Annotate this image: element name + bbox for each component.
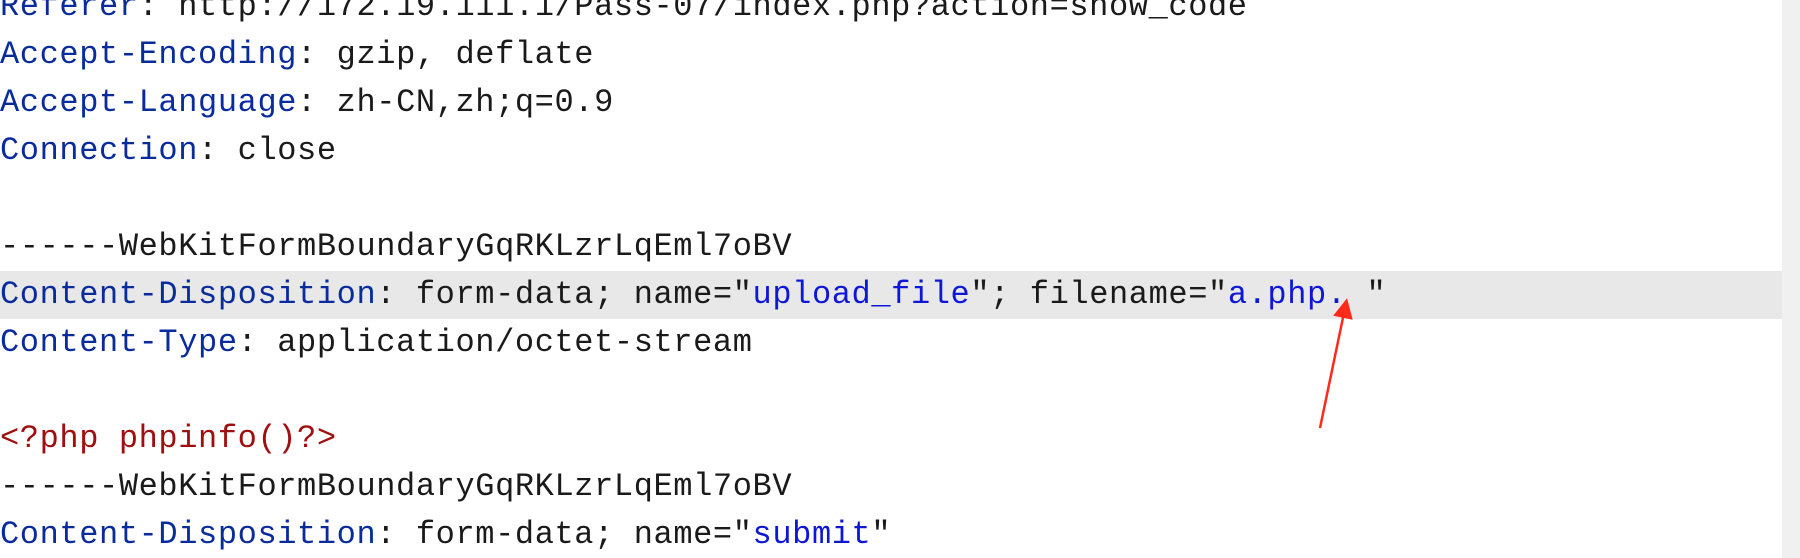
header-line-referer: Referer: http://172.19.111.1/Pass-07/ind… bbox=[0, 0, 1782, 31]
boundary-line: ------WebKitFormBoundaryGqRKLzrLqEml7oBV bbox=[0, 468, 793, 505]
boundary-line: ------WebKitFormBoundaryGqRKLzrLqEml7oBV bbox=[0, 228, 793, 265]
header-key: Connection bbox=[0, 132, 199, 169]
header-value-prefix: form-data; name=" bbox=[415, 516, 753, 553]
header-line-content-disposition-file: Content-Disposition: form-data; name="up… bbox=[0, 271, 1782, 319]
field-name-value: submit bbox=[752, 516, 872, 553]
header-separator: : bbox=[138, 0, 179, 25]
header-line-accept-encoding: Accept-Encoding: gzip, deflate bbox=[0, 31, 1782, 79]
header-value-suffix: " bbox=[1346, 276, 1387, 313]
header-line-accept-language: Accept-Language: zh-CN,zh;q=0.9 bbox=[0, 79, 1782, 127]
header-key: Content-Type bbox=[0, 324, 238, 361]
header-value-suffix: " bbox=[871, 516, 892, 553]
filename-value: a.php. bbox=[1227, 276, 1347, 313]
header-value: zh-CN,zh;q=0.9 bbox=[336, 84, 614, 121]
field-name-value: upload_file bbox=[752, 276, 971, 313]
header-value: gzip, deflate bbox=[336, 36, 595, 73]
header-key: Accept-Encoding bbox=[0, 36, 298, 73]
header-separator: : bbox=[198, 132, 238, 169]
header-separator: : bbox=[297, 36, 337, 73]
header-key: Content-Disposition bbox=[0, 516, 377, 553]
request-editor[interactable]: Referer: http://172.19.111.1/Pass-07/ind… bbox=[0, 0, 1782, 558]
header-value-middle: "; filename=" bbox=[970, 276, 1228, 313]
header-value: close bbox=[237, 132, 337, 169]
vertical-scrollbar[interactable] bbox=[1782, 0, 1800, 558]
header-separator: : bbox=[376, 276, 416, 313]
header-separator: : bbox=[376, 516, 416, 553]
header-key: Content-Disposition bbox=[0, 276, 377, 313]
header-line-content-disposition-submit: Content-Disposition: form-data; name="su… bbox=[0, 511, 1782, 558]
header-key: Accept-Language bbox=[0, 84, 298, 121]
header-line-content-type: Content-Type: application/octet-stream bbox=[0, 319, 1782, 367]
header-separator: : bbox=[297, 84, 337, 121]
header-value-prefix: form-data; name=" bbox=[415, 276, 753, 313]
request-code: Referer: http://172.19.111.1/Pass-07/ind… bbox=[0, 0, 1782, 558]
header-value: http://172.19.111.1/Pass-07/index.php?ac… bbox=[178, 0, 1248, 25]
header-line-connection: Connection: close bbox=[0, 127, 1782, 175]
header-key: Referer bbox=[0, 0, 139, 25]
header-separator: : bbox=[237, 324, 278, 361]
php-payload-line: <?php phpinfo()?> bbox=[0, 420, 337, 457]
header-value: application/octet-stream bbox=[277, 324, 753, 361]
